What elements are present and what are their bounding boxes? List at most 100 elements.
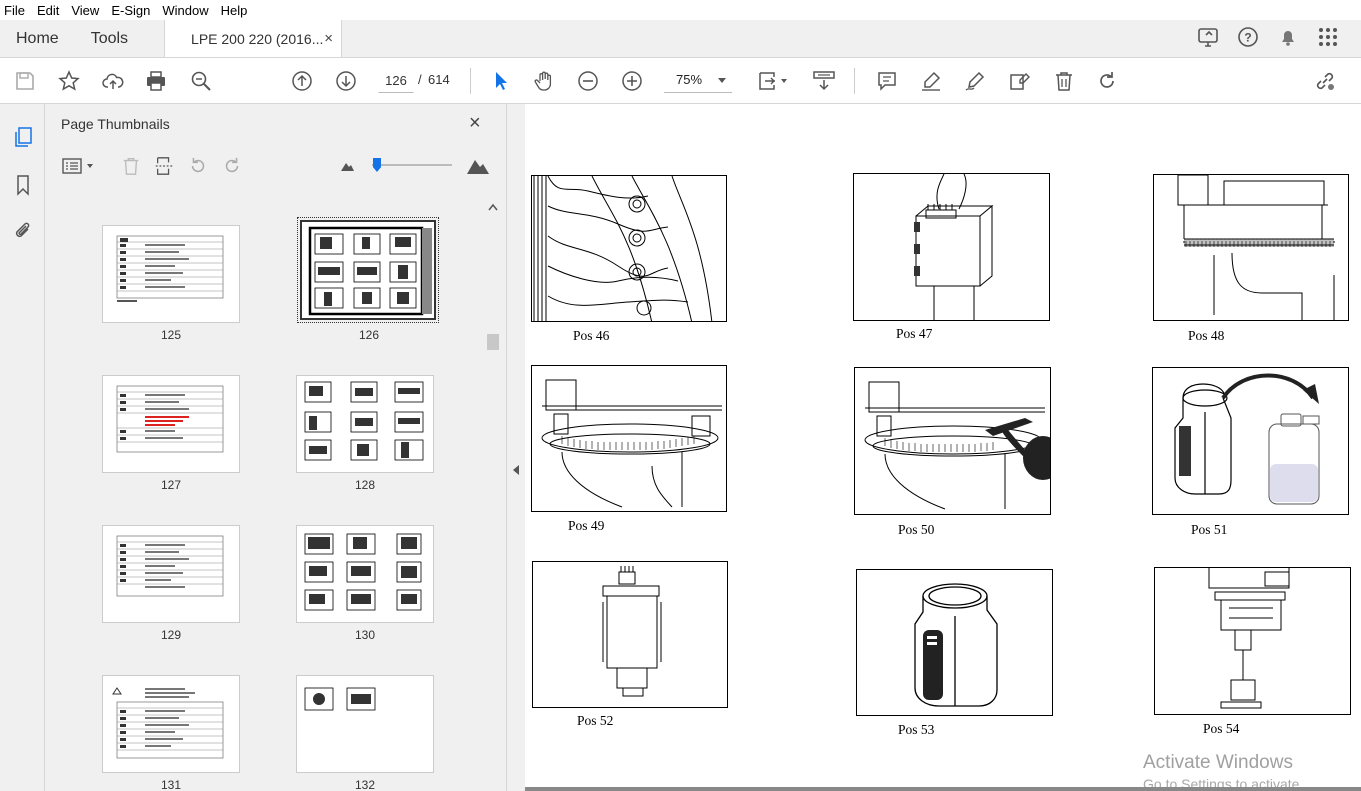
menu-window[interactable]: Window: [162, 3, 208, 18]
scrollbar-thumb[interactable]: [487, 334, 499, 350]
bookmark-icon[interactable]: [10, 172, 36, 198]
figure-image: [531, 365, 727, 512]
toolbar-divider: [854, 68, 855, 94]
tab-home[interactable]: Home: [0, 20, 75, 57]
small-thumbnails-icon[interactable]: [335, 154, 359, 178]
thumbnail-label: 131: [160, 778, 182, 791]
tab-tools[interactable]: Tools: [75, 20, 144, 57]
page-total: 614: [428, 72, 450, 87]
page-thumbnail-selected[interactable]: [297, 217, 439, 323]
menu-help[interactable]: Help: [221, 3, 248, 18]
insert-page-icon[interactable]: [152, 154, 176, 178]
figure-image: [853, 173, 1050, 321]
thumbnail-size-slider[interactable]: [372, 164, 452, 166]
thumbnail-label: 127: [160, 478, 182, 492]
tab-document-title: LPE 200 220 (2016...: [191, 30, 324, 47]
link-tool-icon[interactable]: [1312, 68, 1338, 94]
figure-caption: Pos 51: [1191, 522, 1228, 537]
page-thumbnail[interactable]: [102, 375, 240, 473]
zoom-in-icon[interactable]: [619, 68, 645, 94]
help-icon[interactable]: ?: [1237, 26, 1259, 51]
options-menu-icon[interactable]: [61, 154, 95, 178]
previous-page-icon[interactable]: [289, 68, 315, 94]
delete-icon[interactable]: [1051, 68, 1077, 94]
print-icon[interactable]: [143, 68, 169, 94]
large-thumbnails-icon[interactable]: [465, 154, 491, 178]
panel-collapse-handle[interactable]: [507, 104, 525, 791]
edit-text-icon[interactable]: [1006, 68, 1032, 94]
thumbnail-label: 128: [354, 478, 376, 492]
zoom-select[interactable]: 75%: [664, 67, 732, 93]
scrolling-mode-icon[interactable]: [810, 68, 838, 94]
apps-grid-icon[interactable]: [1317, 26, 1339, 51]
figure-image: [532, 561, 728, 708]
figure-image: [1152, 367, 1349, 515]
page-thumbnail[interactable]: [102, 675, 240, 773]
highlight-pen-icon[interactable]: [918, 68, 944, 94]
menu-file[interactable]: File: [4, 3, 25, 18]
page-thumbnail[interactable]: [102, 525, 240, 623]
hand-tool-icon[interactable]: [531, 68, 557, 94]
thumbnail-label: 132: [354, 778, 376, 791]
bell-icon[interactable]: [1277, 26, 1299, 51]
thumbnail-list: 125 126 127 128 129 130 131 132: [45, 216, 485, 791]
rotate-left-icon[interactable]: [186, 154, 210, 178]
page-number-input[interactable]: 126: [378, 67, 414, 93]
thumbnail-label: 130: [354, 628, 376, 642]
draw-pen-icon[interactable]: [962, 68, 988, 94]
close-tab-icon[interactable]: ×: [324, 30, 333, 47]
figure-image: [854, 367, 1051, 515]
horizontal-scrollbar[interactable]: [525, 787, 1361, 791]
figure-caption: Pos 49: [568, 518, 605, 533]
chevron-down-icon: [718, 72, 726, 87]
svg-text:?: ?: [1244, 31, 1251, 45]
page-thumbnail[interactable]: [296, 375, 434, 473]
figure-image: [1154, 567, 1351, 715]
menu-edit[interactable]: Edit: [37, 3, 59, 18]
rotate-icon[interactable]: [1094, 68, 1120, 94]
tab-bar: Home Tools LPE 200 220 (2016... × ?: [0, 20, 1361, 58]
thumbnail-toolbar: [45, 150, 507, 184]
attachment-icon[interactable]: [10, 218, 36, 244]
page-fit-icon[interactable]: [754, 68, 790, 94]
thumbnail-label: 126: [358, 328, 380, 342]
close-panel-icon[interactable]: ×: [469, 112, 481, 135]
select-cursor-icon[interactable]: [488, 68, 514, 94]
panel-title: Page Thumbnails: [61, 116, 170, 132]
main-toolbar: 126 / 614 75%: [0, 58, 1361, 104]
figure-caption: Pos 54: [1203, 721, 1240, 736]
figure-caption: Pos 52: [577, 713, 614, 728]
figure-caption: Pos 46: [573, 328, 610, 343]
thumbnail-scrollbar[interactable]: [485, 194, 499, 791]
thumbnail-label: 125: [160, 328, 182, 342]
thumbnails-panel: Page Thumbnails × 125 126 127 128 129 13…: [45, 104, 507, 791]
page-thumbnail[interactable]: [296, 525, 434, 623]
zoom-out-icon[interactable]: [575, 68, 601, 94]
figure-caption: Pos 48: [1188, 328, 1225, 343]
page-separator: /: [418, 72, 422, 87]
document-viewer[interactable]: Pos 46 Pos 47 Pos 48 Pos 49 Pos 50 Pos 5…: [525, 104, 1361, 791]
share-screen-icon[interactable]: [1197, 26, 1219, 51]
scroll-up-icon: [488, 203, 498, 211]
save-icon[interactable]: [12, 68, 38, 94]
figure-caption: Pos 53: [898, 722, 935, 737]
rotate-right-icon[interactable]: [220, 154, 244, 178]
thumbnail-label: 129: [160, 628, 182, 642]
upload-cloud-icon[interactable]: [100, 68, 126, 94]
figure-image: [1153, 174, 1349, 321]
star-icon[interactable]: [56, 68, 82, 94]
pages-icon[interactable]: [10, 124, 36, 150]
menu-view[interactable]: View: [71, 3, 99, 18]
tab-document[interactable]: LPE 200 220 (2016... ×: [164, 20, 343, 57]
figure-image: [856, 569, 1053, 716]
comment-icon[interactable]: [874, 68, 900, 94]
page-thumbnail[interactable]: [102, 225, 240, 323]
menu-esign[interactable]: E-Sign: [111, 3, 150, 18]
left-rail: [0, 104, 45, 791]
find-zoom-icon[interactable]: [188, 68, 214, 94]
figure-caption: Pos 47: [896, 326, 933, 341]
zoom-value: 75%: [676, 72, 703, 87]
page-thumbnail[interactable]: [296, 675, 434, 773]
next-page-icon[interactable]: [333, 68, 359, 94]
delete-page-icon[interactable]: [119, 154, 143, 178]
